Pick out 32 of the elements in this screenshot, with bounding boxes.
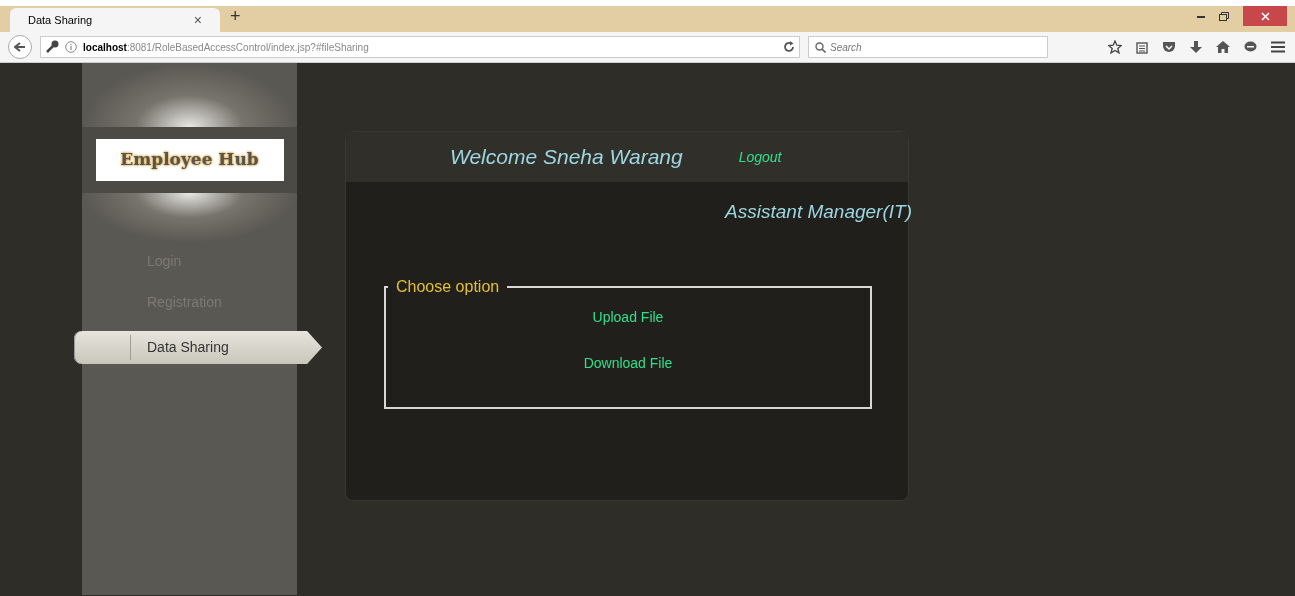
fieldset-legend: Choose option [388, 274, 508, 299]
back-button[interactable] [8, 35, 32, 59]
clipboard-icon[interactable] [1136, 40, 1148, 54]
search-icon [815, 41, 826, 53]
download-icon[interactable] [1190, 40, 1202, 54]
minimize-icon[interactable] [1197, 14, 1205, 18]
welcome-text: Welcome Sneha Warang [450, 144, 683, 171]
info-icon[interactable] [65, 41, 77, 53]
restore-icon[interactable] [1219, 11, 1229, 21]
browser-tab[interactable]: Data Sharing × [10, 8, 220, 32]
back-arrow-icon [14, 42, 26, 52]
close-icon [1260, 11, 1270, 21]
logo: Employee Hub [95, 139, 284, 181]
role-text: Assistant Manager(IT) [725, 200, 912, 224]
logout-link[interactable]: Logout [738, 146, 782, 168]
new-tab-button[interactable]: + [230, 3, 241, 30]
search-placeholder: Search [830, 40, 862, 55]
sidebar-item-active[interactable]: Data Sharing [74, 331, 322, 364]
close-tab-button[interactable]: × [193, 9, 202, 31]
close-window-button[interactable] [1243, 6, 1287, 26]
menu-icon[interactable] [1271, 41, 1285, 53]
address-bar[interactable]: localhost:8081/RoleBasedAccessControl/index.jsp?#fileSharing [40, 36, 800, 58]
option-link[interactable]: Download File [583, 352, 673, 374]
search-field[interactable]: Search [808, 36, 1048, 58]
key-icon [45, 40, 59, 54]
option-link[interactable]: Upload File [592, 306, 664, 328]
tab-title: Data Sharing [28, 12, 93, 28]
home-icon[interactable] [1216, 41, 1230, 53]
reload-icon[interactable] [783, 41, 795, 53]
url-text: localhost:8081/RoleBasedAccessControl/index.jsp?#fileSharing [83, 40, 370, 55]
star-icon[interactable] [1108, 40, 1122, 54]
pocket-icon[interactable] [1162, 41, 1176, 53]
